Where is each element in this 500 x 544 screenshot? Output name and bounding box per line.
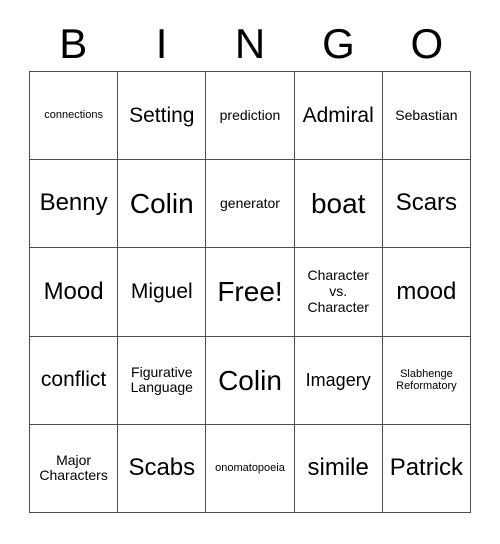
bingo-cell-label: boat <box>310 188 366 220</box>
bingo-cell-r1c4[interactable]: Admiral <box>294 72 383 161</box>
bingo-cell-r2c1[interactable]: Benny <box>30 160 119 249</box>
bingo-cell-r5c4[interactable]: simile <box>294 424 383 513</box>
bingo-cell-label: Slabhenge Reformatory <box>396 367 457 393</box>
bingo-cell-r4c2[interactable]: Figurative Language <box>118 336 207 425</box>
bingo-cell-r1c2[interactable]: Setting <box>118 72 207 161</box>
bingo-cell-label: conflict <box>40 368 107 392</box>
bingo-cell-label: Free! <box>217 276 283 308</box>
bingo-cell-label: Character vs. Character <box>307 267 369 315</box>
bingo-header-letter-b: B <box>59 19 88 67</box>
bingo-cell-r3c4[interactable]: Character vs. Character <box>294 248 383 337</box>
bingo-cell-label: Imagery <box>305 370 371 391</box>
bingo-cell-label: Sebastian <box>395 106 458 123</box>
bingo-cell-r4c4[interactable]: Imagery <box>294 336 383 425</box>
bingo-cell-label: Colin <box>218 364 282 396</box>
bingo-cell-label: Admiral <box>302 103 374 127</box>
bingo-cell-label: connections <box>44 109 103 122</box>
bingo-cell-r5c1[interactable]: Major Characters <box>30 424 119 513</box>
bingo-cell-r5c3[interactable]: onomatopoeia <box>206 424 295 513</box>
bingo-cell-r1c1[interactable]: connections <box>30 72 119 161</box>
bingo-cell-label: prediction <box>219 106 281 123</box>
bingo-header-letter-o: O <box>410 19 444 67</box>
bingo-cell-label: Scabs <box>128 453 196 481</box>
bingo-header-letter-i: I <box>155 19 168 67</box>
bingo-cell-free-space[interactable]: Free! <box>206 248 295 337</box>
bingo-cell-r4c1[interactable]: conflict <box>30 336 119 425</box>
bingo-cell-r5c2[interactable]: Scabs <box>118 424 207 513</box>
bingo-cell-r2c4[interactable]: boat <box>294 160 383 249</box>
bingo-cell-r2c3[interactable]: generator <box>206 160 295 249</box>
bingo-cell-label: Benny <box>39 189 108 217</box>
bingo-cell-label: mood <box>396 277 457 305</box>
bingo-cell-label: Colin <box>129 188 194 220</box>
bingo-cell-label: Major Characters <box>39 451 108 484</box>
bingo-cell-label: simile <box>307 453 369 481</box>
bingo-cell-label: Scars <box>395 189 458 217</box>
bingo-header: B I N G O <box>29 16 471 71</box>
bingo-cell-r3c2[interactable]: Miguel <box>118 248 207 337</box>
bingo-cell-r3c5[interactable]: mood <box>382 248 471 337</box>
bingo-cell-label: Patrick <box>389 453 464 481</box>
bingo-cell-label: Figurative Language <box>130 363 193 396</box>
bingo-cell-label: onomatopoeia <box>215 462 285 475</box>
bingo-cell-label: Setting <box>129 103 195 127</box>
bingo-cell-r1c5[interactable]: Sebastian <box>382 72 471 161</box>
bingo-cell-label: Miguel <box>130 280 193 304</box>
bingo-card: B I N G O connections Setting prediction… <box>0 0 500 544</box>
bingo-cell-r4c3[interactable]: Colin <box>206 336 295 425</box>
bingo-cell-r2c2[interactable]: Colin <box>118 160 207 249</box>
bingo-header-letter-n: N <box>234 19 266 67</box>
bingo-cell-r4c5[interactable]: Slabhenge Reformatory <box>382 336 471 425</box>
bingo-grid: connections Setting prediction Admiral S… <box>29 71 471 513</box>
bingo-cell-r1c3[interactable]: prediction <box>206 72 295 161</box>
bingo-cell-r3c1[interactable]: Mood <box>30 248 119 337</box>
bingo-header-letter-g: G <box>322 19 355 67</box>
bingo-cell-r2c5[interactable]: Scars <box>382 160 471 249</box>
bingo-cell-label: Mood <box>43 277 104 305</box>
bingo-cell-r5c5[interactable]: Patrick <box>382 424 471 513</box>
bingo-cell-label: generator <box>220 194 280 211</box>
